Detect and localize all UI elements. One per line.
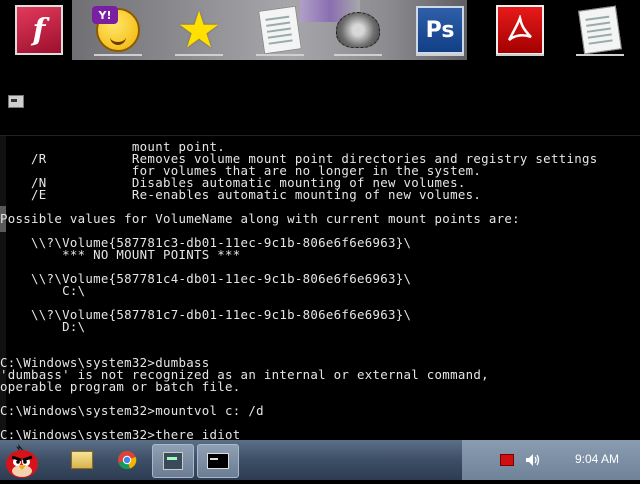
console-line: C:\Windows\system32>there idiot <box>0 427 241 440</box>
acrobat-icon[interactable] <box>496 5 544 55</box>
system-tray: 9:04 AM <box>462 440 640 480</box>
desktop-icon-label <box>94 54 142 56</box>
flash-icon[interactable]: f <box>15 5 63 55</box>
console-line: /E Re-enables automatic mounting of new … <box>0 187 482 202</box>
hedgehog-icon[interactable] <box>334 6 382 54</box>
desktop-icon-strip: f Y! ★ Ps <box>0 0 640 60</box>
yahoo-messenger-icon[interactable]: Y! <box>92 6 142 54</box>
taskbar: 9:04 AM <box>0 440 640 480</box>
desktop-icon-label <box>416 54 464 56</box>
cmd-icon[interactable] <box>197 444 239 478</box>
console-line: C:\Windows\system32>mountvol c: /d <box>0 403 264 418</box>
desktop-icon-label <box>496 54 544 56</box>
console-line: *** NO MOUNT POINTS *** <box>0 247 241 262</box>
console-line: C:\ <box>0 283 86 298</box>
desktop-icon-label <box>334 54 382 56</box>
app-icon[interactable] <box>152 444 194 478</box>
chrome-icon[interactable] <box>107 444 147 476</box>
document-icon[interactable] <box>256 5 304 55</box>
desktop-icon-label <box>175 54 223 56</box>
desktop-icon-label <box>576 54 624 56</box>
flag-tray-icon[interactable] <box>500 454 514 466</box>
tray-clock[interactable]: 9:04 AM <box>562 452 632 466</box>
volume-icon[interactable] <box>524 452 540 472</box>
console-line: operable program or batch file. <box>0 379 241 394</box>
console-line: D:\ <box>0 319 86 334</box>
desktop-icon-label <box>256 54 304 56</box>
console-system-menu-icon[interactable] <box>8 95 24 108</box>
explorer-icon[interactable] <box>62 444 102 476</box>
angry-bird-start-icon[interactable] <box>2 440 42 480</box>
command-prompt-window[interactable]: mount point. /R Removes volume mount poi… <box>0 135 640 440</box>
photoshop-icon[interactable]: Ps <box>416 6 464 54</box>
star-icon[interactable]: ★ <box>175 5 223 55</box>
document-icon-2[interactable] <box>576 5 624 55</box>
console-line: Possible values for VolumeName along wit… <box>0 211 520 226</box>
